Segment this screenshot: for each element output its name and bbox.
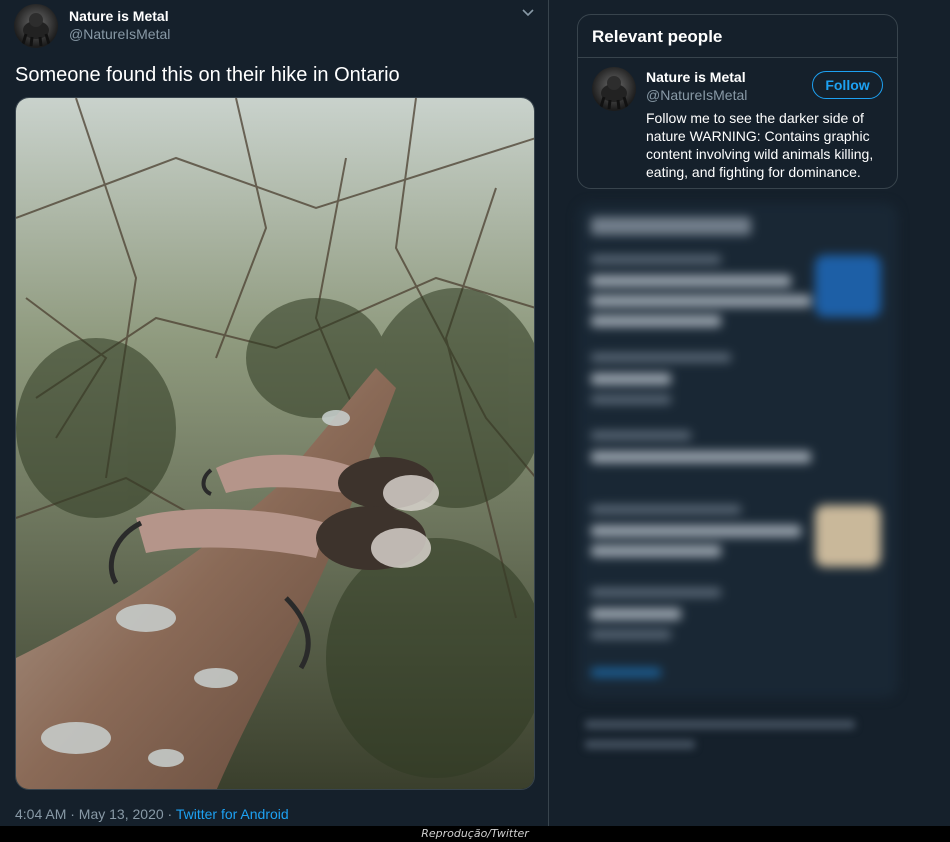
footer-links-blurred [585,716,875,756]
author-handle[interactable]: @NatureIsMetal [69,26,170,42]
trends-panel-blurred [577,203,898,698]
tweet-meta: 4:04 AM · May 13, 2020 · Twitter for And… [15,806,289,822]
relevant-person-name[interactable]: Nature is Metal [646,69,746,85]
tweet-timestamp[interactable]: 4:04 AM · May 13, 2020 · [15,806,176,822]
relevant-person-handle[interactable]: @NatureIsMetal [646,87,747,103]
relevant-people-title: Relevant people [592,27,723,46]
relevant-people-card: Relevant people Nature is Metal @NatureI… [577,14,898,189]
relevant-person-bio: Follow me to see the darker side of natu… [646,110,874,180]
author-name[interactable]: Nature is Metal [69,8,169,24]
tweet-source-link[interactable]: Twitter for Android [176,806,289,822]
tweet-header: Nature is Metal @NatureIsMetal [14,4,539,48]
tweet-column: Nature is Metal @NatureIsMetal Someone f… [0,0,549,826]
tweet-photo[interactable] [15,97,535,790]
tweet-text: Someone found this on their hike in Onta… [15,64,400,86]
author-avatar[interactable] [14,4,58,48]
relevant-person-avatar[interactable] [592,67,636,111]
image-credit: Reprodução/Twitter [0,826,950,842]
bird-talons-image [16,98,534,789]
chevron-down-icon[interactable] [521,6,535,20]
follow-button[interactable]: Follow [812,71,883,99]
divider [578,57,897,58]
